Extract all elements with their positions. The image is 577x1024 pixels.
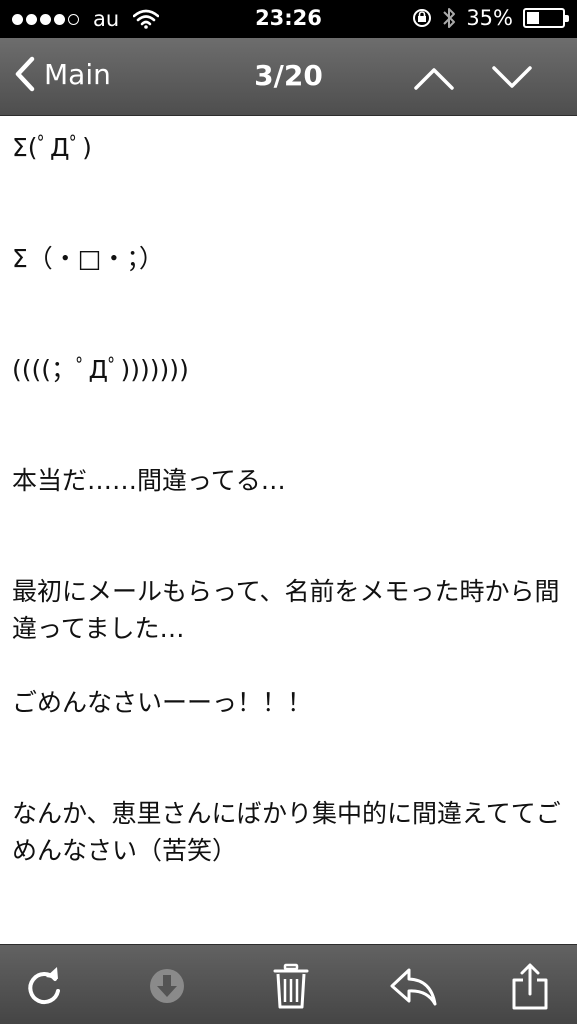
navigation-bar: Main 3/20 [0, 38, 577, 116]
message-body: Σ(ﾟДﾟ) Σ（・□・；） ((((；ﾟДﾟ))))))) 本当だ……間違って… [12, 133, 561, 865]
refresh-button[interactable] [22, 963, 68, 1009]
battery-percent: 35% [466, 6, 513, 30]
battery-fill [527, 12, 539, 24]
chevron-left-icon [15, 56, 35, 92]
share-icon [512, 963, 548, 1010]
share-button[interactable] [507, 963, 553, 1010]
download-button[interactable] [144, 963, 190, 1009]
reply-button[interactable] [388, 963, 440, 1009]
status-bar: au 23:26 35% [0, 0, 577, 38]
bluetooth-icon [443, 8, 456, 28]
back-button[interactable]: Main [14, 56, 111, 92]
download-icon [150, 969, 184, 1003]
bottom-toolbar [0, 944, 577, 1024]
trash-button[interactable] [268, 963, 314, 1009]
reply-icon [390, 968, 437, 1006]
back-button-label: Main [44, 57, 111, 91]
battery-icon [523, 8, 569, 28]
status-right: 35% [412, 6, 569, 30]
rotation-lock-icon [413, 9, 432, 27]
previous-message-button[interactable] [412, 60, 456, 94]
next-message-button[interactable] [490, 60, 534, 94]
refresh-icon [28, 967, 60, 1005]
trash-icon [273, 963, 309, 1009]
